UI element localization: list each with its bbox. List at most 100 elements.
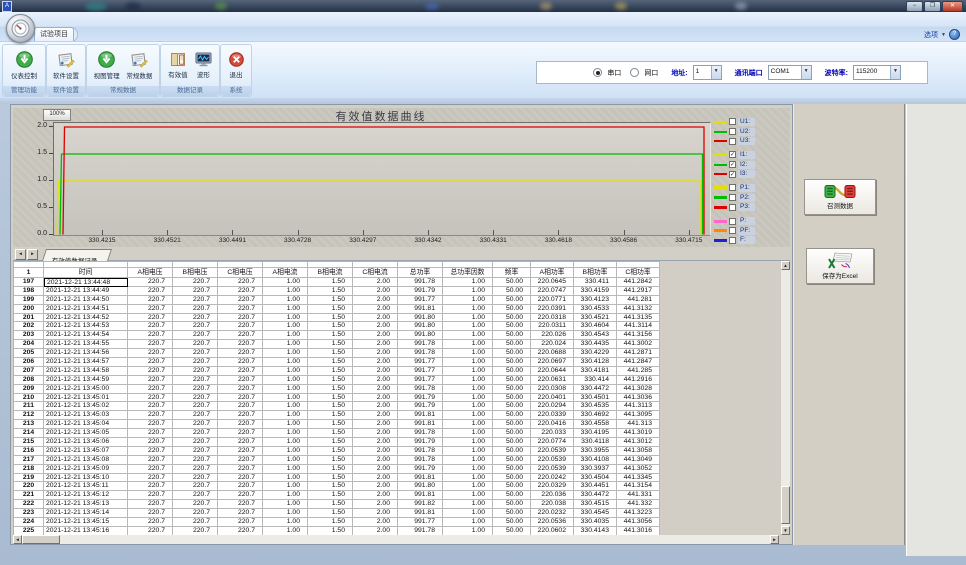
data-cell[interactable]: 441.2871 — [617, 349, 660, 358]
data-cell[interactable]: 220.7 — [173, 385, 218, 394]
data-cell[interactable]: 441.3052 — [617, 465, 660, 474]
minimize-button[interactable]: − — [906, 1, 923, 12]
data-cell[interactable]: 2.00 — [353, 411, 398, 420]
data-cell[interactable]: 220.7 — [218, 509, 263, 518]
data-cell[interactable]: 220.7 — [218, 527, 263, 535]
data-cell[interactable]: 220.0602 — [531, 527, 574, 535]
data-cell[interactable]: 1.50 — [308, 482, 353, 491]
data-cell[interactable]: 1.00 — [263, 367, 308, 376]
data-cell[interactable]: 1.00 — [443, 411, 493, 420]
legend-checkbox[interactable] — [729, 218, 736, 225]
data-cell[interactable]: 330.4229 — [574, 349, 617, 358]
data-cell[interactable]: 2.00 — [353, 429, 398, 438]
data-cell[interactable]: 220.7 — [128, 411, 173, 420]
data-cell[interactable]: 441.2916 — [617, 376, 660, 385]
data-cell[interactable]: 330.4545 — [574, 509, 617, 518]
data-cell[interactable]: 1.00 — [443, 358, 493, 367]
data-cell[interactable]: 991.81 — [398, 491, 443, 500]
data-cell[interactable]: 220.7 — [218, 456, 263, 465]
data-cell[interactable]: 220.7 — [173, 296, 218, 305]
data-cell[interactable]: 1.00 — [443, 394, 493, 403]
data-cell[interactable]: 220.7 — [218, 296, 263, 305]
data-cell[interactable]: 330.411 — [574, 278, 617, 287]
data-cell[interactable]: 220.7 — [173, 305, 218, 314]
data-cell[interactable]: 1.00 — [263, 500, 308, 509]
data-cell[interactable]: 991.80 — [398, 482, 443, 491]
data-cell[interactable]: 1.50 — [308, 474, 353, 483]
data-cell[interactable]: 330.4521 — [574, 314, 617, 323]
data-cell[interactable]: 441.332 — [617, 500, 660, 509]
legend-checkbox[interactable]: ✓ — [729, 151, 736, 158]
data-cell[interactable]: 220.0539 — [531, 447, 574, 456]
data-cell[interactable]: 991.78 — [398, 385, 443, 394]
data-cell[interactable]: 220.7 — [173, 420, 218, 429]
vertical-scroll-thumb[interactable] — [781, 486, 790, 524]
legend-checkbox[interactable]: ✓ — [729, 161, 736, 168]
data-cell[interactable]: 2021-12-21 13:44:55 — [44, 340, 128, 349]
data-cell[interactable]: 50.00 — [493, 287, 531, 296]
data-cell[interactable]: 1.00 — [443, 500, 493, 509]
data-cell[interactable]: 1.00 — [443, 509, 493, 518]
data-cell[interactable]: 50.00 — [493, 438, 531, 447]
data-cell[interactable]: 50.00 — [493, 500, 531, 509]
data-cell[interactable]: 1.00 — [263, 518, 308, 527]
data-cell[interactable]: 50.00 — [493, 278, 531, 287]
data-cell[interactable]: 2021-12-21 13:45:14 — [44, 509, 128, 518]
data-cell[interactable]: 1.50 — [308, 296, 353, 305]
data-cell[interactable]: 220.0339 — [531, 411, 574, 420]
data-cell[interactable]: 220.7 — [128, 367, 173, 376]
data-cell[interactable]: 1.00 — [263, 402, 308, 411]
data-cell[interactable]: 1.50 — [308, 411, 353, 420]
data-cell[interactable]: 991.80 — [398, 331, 443, 340]
data-cell[interactable]: 220.7 — [218, 278, 263, 287]
legend-checkbox[interactable] — [729, 128, 736, 135]
data-cell[interactable]: 991.77 — [398, 358, 443, 367]
data-cell[interactable]: 1.50 — [308, 509, 353, 518]
data-cell[interactable]: 991.78 — [398, 278, 443, 287]
data-cell[interactable]: 441.313 — [617, 420, 660, 429]
data-cell[interactable]: 2021-12-21 13:44:57 — [44, 358, 128, 367]
data-cell[interactable]: 330.4435 — [574, 340, 617, 349]
data-cell[interactable]: 220.0416 — [531, 420, 574, 429]
data-cell[interactable]: 991.78 — [398, 349, 443, 358]
data-cell[interactable]: 1.50 — [308, 491, 353, 500]
data-cell[interactable]: 220.7 — [218, 474, 263, 483]
address-dropdown[interactable]: 1 ▼ — [693, 65, 722, 80]
data-cell[interactable]: 220.0539 — [531, 465, 574, 474]
legend-checkbox[interactable] — [729, 204, 736, 211]
data-cell[interactable]: 2.00 — [353, 305, 398, 314]
data-cell[interactable]: 1.00 — [263, 447, 308, 456]
data-cell[interactable]: 330.4035 — [574, 518, 617, 527]
data-cell[interactable]: 1.00 — [263, 358, 308, 367]
data-cell[interactable]: 220.7 — [173, 465, 218, 474]
data-cell[interactable]: 220.7 — [128, 429, 173, 438]
data-cell[interactable]: 441.3114 — [617, 322, 660, 331]
data-cell[interactable]: 220.7 — [218, 314, 263, 323]
data-cell[interactable]: 441.3056 — [617, 518, 660, 527]
data-cell[interactable]: 441.3223 — [617, 509, 660, 518]
data-cell[interactable]: 1.00 — [263, 456, 308, 465]
data-cell[interactable]: 330.4558 — [574, 420, 617, 429]
data-cell[interactable]: 220.7 — [173, 358, 218, 367]
data-cell[interactable]: 2.00 — [353, 447, 398, 456]
data-cell[interactable]: 1.00 — [263, 349, 308, 358]
data-cell[interactable]: 220.7 — [128, 402, 173, 411]
regular-data-button[interactable]: 常规数据 — [126, 52, 152, 80]
data-cell[interactable]: 220.7 — [128, 376, 173, 385]
data-cell[interactable]: 220.038 — [531, 500, 574, 509]
data-cell[interactable]: 1.50 — [308, 500, 353, 509]
data-cell[interactable]: 441.2842 — [617, 278, 660, 287]
data-cell[interactable]: 50.00 — [493, 305, 531, 314]
data-cell[interactable]: 2021-12-21 13:45:11 — [44, 482, 128, 491]
legend-checkbox[interactable] — [729, 227, 736, 234]
data-cell[interactable]: 441.3095 — [617, 411, 660, 420]
data-cell[interactable]: 2.00 — [353, 474, 398, 483]
data-cell[interactable]: 220.7 — [218, 322, 263, 331]
data-cell[interactable]: 1.50 — [308, 456, 353, 465]
data-cell[interactable]: 220.0308 — [531, 385, 574, 394]
close-button[interactable]: ✕ — [942, 1, 963, 12]
data-cell[interactable]: 330.4504 — [574, 474, 617, 483]
data-cell[interactable]: 220.7 — [218, 376, 263, 385]
data-cell[interactable]: 441.3132 — [617, 305, 660, 314]
data-cell[interactable]: 220.7 — [173, 411, 218, 420]
